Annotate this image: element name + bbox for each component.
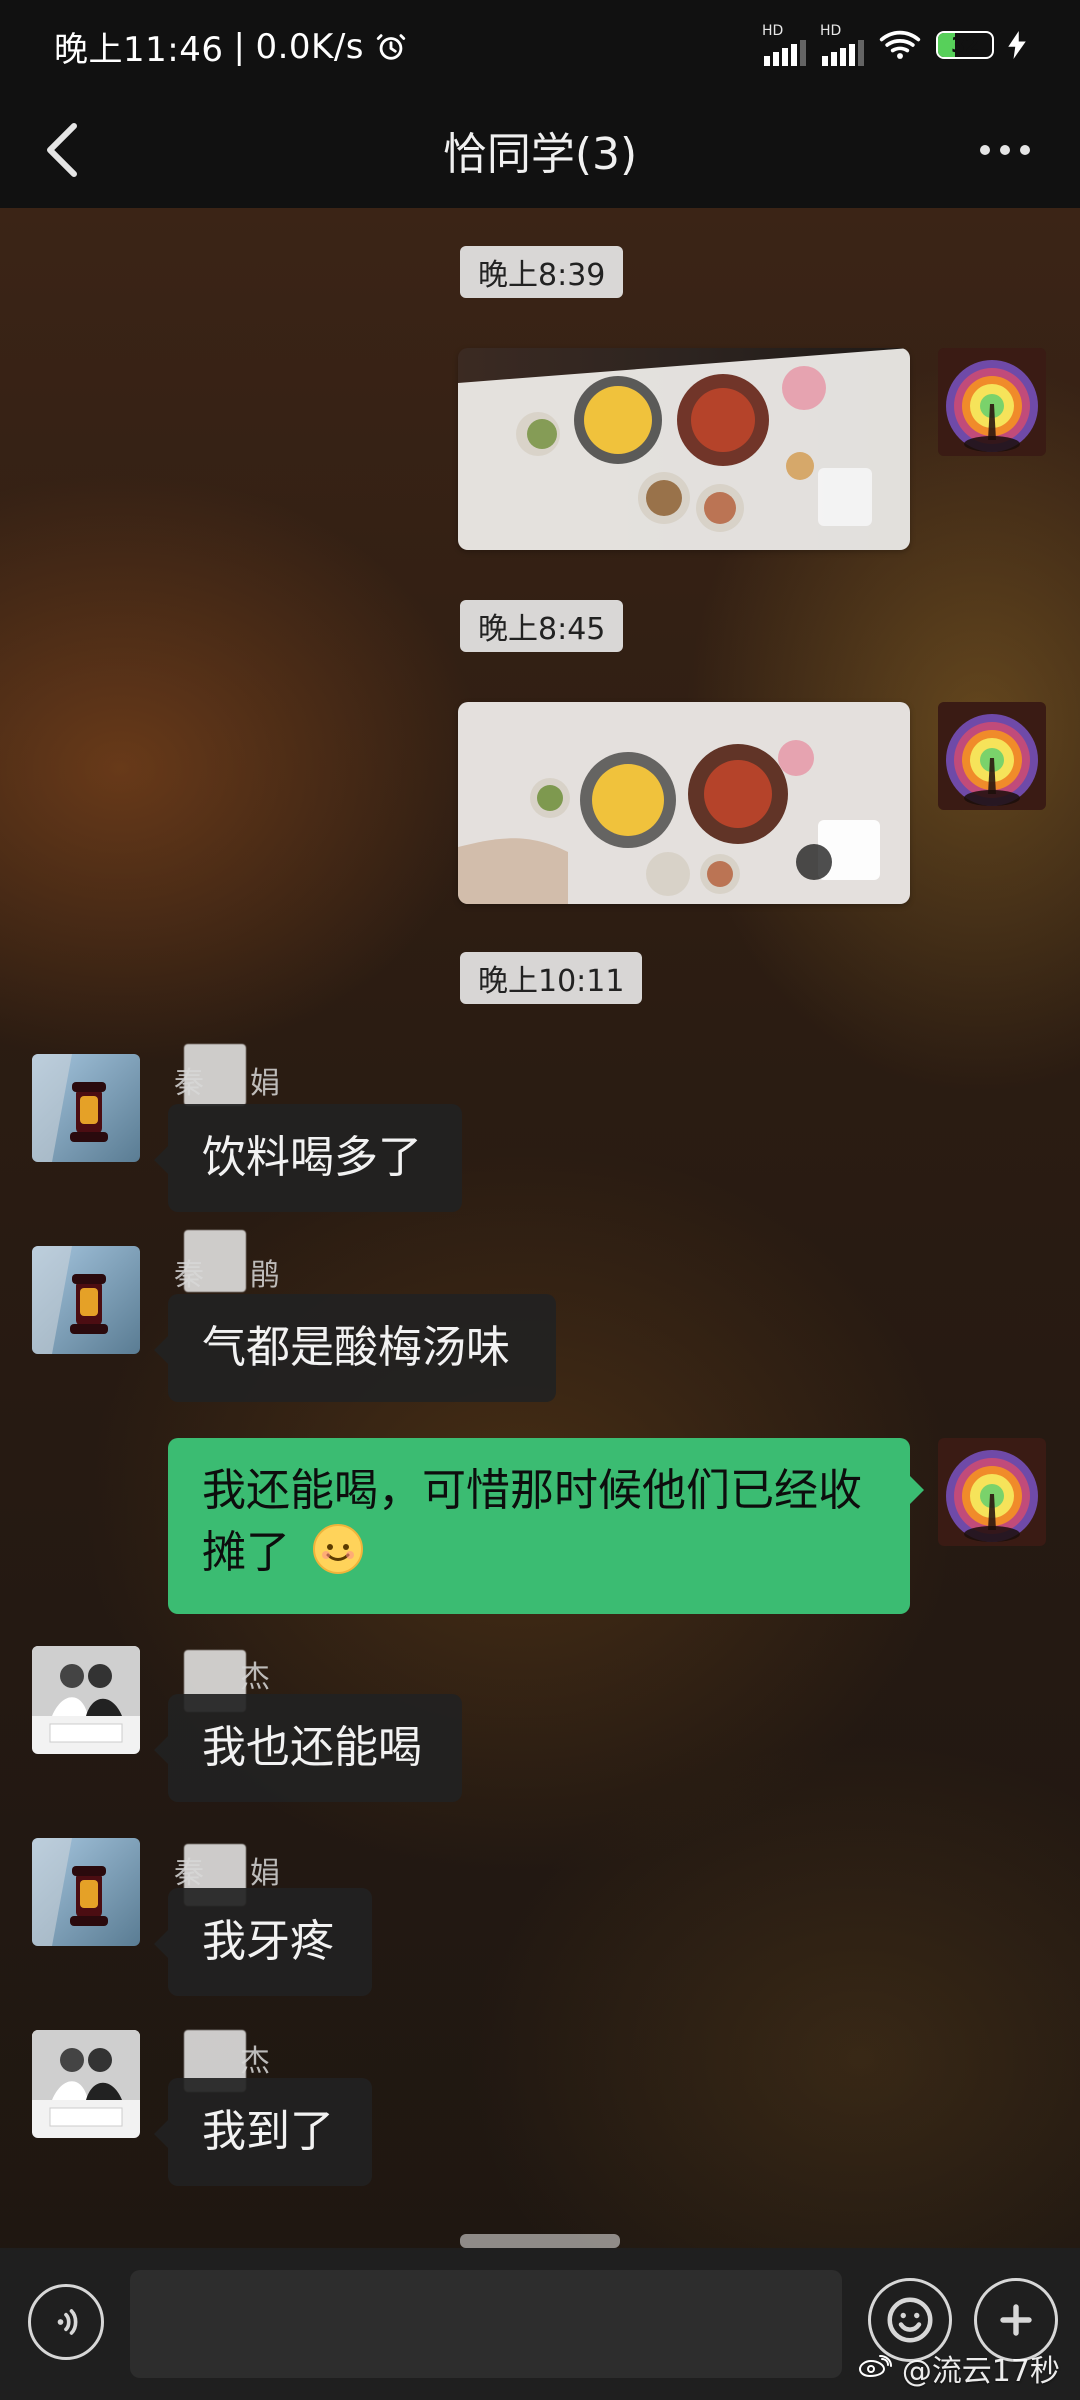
my-avatar[interactable] <box>938 702 1046 810</box>
lantern-avatar-icon <box>32 1054 140 1162</box>
sent-photo-2[interactable] <box>458 702 910 904</box>
status-time: 晚上11:46 <box>54 30 224 70</box>
wedding-avatar-icon <box>32 1646 140 1754</box>
voice-icon <box>44 2300 88 2344</box>
sender-name-fragment: 秦 <box>174 1856 204 1891</box>
weibo-watermark: @流云17秒 <box>858 2346 1060 2390</box>
status-right: HD HD 32 <box>762 24 1026 66</box>
message-bubble-left[interactable]: 我牙疼 <box>154 1888 372 1996</box>
peacock-avatar-icon <box>938 1438 1046 1546</box>
food-photo-2-icon <box>458 702 910 904</box>
watermark-text: @流云17秒 <box>901 2354 1060 2389</box>
more-button[interactable] <box>970 120 1040 180</box>
lantern-avatar-icon <box>32 1246 140 1354</box>
friend-avatar-lantern[interactable] <box>32 1838 140 1946</box>
sender-name-fragment-end: 娟 <box>250 1856 280 1891</box>
signal-hd-2-icon: HD <box>820 24 864 66</box>
more-dots-icon <box>977 142 1033 158</box>
sender-name-fragment: 秦 <box>174 1066 204 1101</box>
lantern-avatar-icon <box>32 1838 140 1946</box>
peacock-avatar-icon <box>938 348 1046 456</box>
plus-icon <box>990 2294 1042 2346</box>
status-separator: | <box>233 26 246 67</box>
message-bubble-left[interactable]: 我也还能喝 <box>154 1694 462 1802</box>
sender-name-fragment: 杰 <box>240 1660 270 1695</box>
smile-icon <box>883 2293 937 2347</box>
timestamp-chip: 晚上8:39 <box>460 246 624 298</box>
chat-title: 恰同学(3) <box>442 129 638 180</box>
network-speed: 0.0K/s <box>255 26 364 67</box>
message-input[interactable] <box>130 2270 842 2378</box>
peacock-avatar-icon <box>938 702 1046 810</box>
timestamp-chip: 晚上10:11 <box>460 952 643 1004</box>
my-avatar[interactable] <box>938 1438 1046 1546</box>
friend-avatar-wedding[interactable] <box>32 2030 140 2138</box>
status-bar: 晚上11:46 | 0.0K/s HD HD 32 <box>0 0 1080 92</box>
wedding-avatar-icon <box>32 2030 140 2138</box>
timestamp-chip: 晚上8:45 <box>460 600 624 652</box>
friend-avatar-wedding[interactable] <box>32 1646 140 1754</box>
alarm-icon <box>374 30 408 64</box>
battery-icon: 32 <box>936 31 994 59</box>
sender-name-fragment-end: 鹃 <box>250 1258 280 1293</box>
partial-timestamp-chip <box>460 2234 620 2248</box>
charging-icon <box>1008 31 1026 59</box>
food-photo-1-icon <box>458 348 910 550</box>
sender-name-fragment: 秦 <box>174 1258 204 1293</box>
sent-photo-1[interactable] <box>458 348 910 550</box>
friend-avatar-lantern[interactable] <box>32 1246 140 1354</box>
message-bubble-right[interactable]: 我还能喝，可惜那时候他们已经收摊了 <box>168 1438 924 1614</box>
smile-emoji-icon <box>310 1521 366 1577</box>
sender-name-fragment-end: 娟 <box>250 1066 280 1101</box>
my-avatar[interactable] <box>938 348 1046 456</box>
voice-input-button[interactable] <box>28 2284 104 2360</box>
message-text: 我还能喝，可惜那时候他们已经收摊了 <box>202 1465 862 1578</box>
wifi-icon <box>878 28 922 62</box>
chat-header: 恰同学(3) <box>0 92 1080 208</box>
wechat-chat-screen: 晚上11:46 | 0.0K/s HD HD 32 恰同学(3) 晚上8:39 … <box>0 0 1080 2400</box>
friend-avatar-lantern[interactable] <box>32 1054 140 1162</box>
weibo-icon <box>858 2354 892 2382</box>
battery-level: 32 <box>951 33 979 57</box>
chat-input-bar: @流云17秒 <box>0 2248 1080 2400</box>
status-left: 晚上11:46 | 0.0K/s <box>54 22 408 71</box>
message-bubble-left[interactable]: 饮料喝多了 <box>154 1104 462 1212</box>
sender-name-fragment: 杰 <box>240 2044 270 2079</box>
signal-hd-1-icon: HD <box>762 24 806 66</box>
message-bubble-left[interactable]: 气都是酸梅汤味 <box>154 1294 556 1402</box>
message-bubble-left[interactable]: 我到了 <box>154 2078 372 2186</box>
